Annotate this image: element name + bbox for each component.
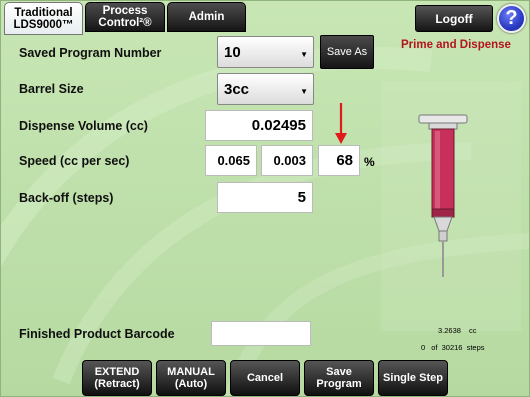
barcode-field[interactable] bbox=[211, 321, 311, 346]
tab-traditional-line1: Traditional bbox=[14, 6, 73, 19]
tab-traditional-line2: LDS9000™ bbox=[13, 18, 74, 31]
saved-program-dropdown[interactable]: 10 ▼ bbox=[217, 36, 314, 68]
saved-program-value: 10 bbox=[224, 43, 241, 61]
chevron-down-icon: ▼ bbox=[300, 50, 308, 59]
dispense-volume-label: Dispense Volume (cc) bbox=[19, 119, 148, 133]
dispense-volume-field[interactable]: 0.02495 bbox=[205, 110, 313, 141]
tab-process-line1: Process bbox=[102, 5, 148, 17]
steps-readout: 0 of 30216 steps bbox=[421, 343, 485, 352]
tab-traditional-lds9000[interactable]: Traditional LDS9000™ bbox=[4, 2, 83, 35]
steps-unit: steps bbox=[466, 343, 485, 352]
manual-auto-button[interactable]: MANUAL (Auto) bbox=[156, 360, 226, 396]
tab-process-line2: Control²® bbox=[98, 17, 152, 29]
saved-program-label: Saved Program Number bbox=[19, 46, 162, 60]
tab-process-control[interactable]: Process Control²® bbox=[85, 2, 165, 32]
manual-line1: MANUAL bbox=[167, 366, 215, 378]
volume-readout: 3.2638 cc bbox=[438, 326, 477, 335]
save-program-button[interactable]: Save Program bbox=[304, 360, 374, 396]
extend-line1: EXTEND bbox=[94, 366, 140, 378]
save-program-line2: Program bbox=[316, 378, 362, 390]
tab-admin-label: Admin bbox=[188, 11, 225, 23]
speed-field-2[interactable]: 0.003 bbox=[261, 145, 313, 176]
steps-of: of bbox=[431, 343, 438, 352]
barrel-size-dropdown[interactable]: 3cc ▼ bbox=[217, 73, 314, 105]
barrel-size-label: Barrel Size bbox=[19, 82, 84, 96]
extend-retract-button[interactable]: EXTEND (Retract) bbox=[82, 360, 152, 396]
steps-total: 30216 bbox=[441, 343, 463, 352]
backoff-field[interactable]: 5 bbox=[217, 182, 313, 213]
cancel-button[interactable]: Cancel bbox=[230, 360, 300, 396]
app-window: Traditional LDS9000™ Process Control²® A… bbox=[0, 0, 530, 397]
chevron-down-icon: ▼ bbox=[300, 87, 308, 96]
single-step-button[interactable]: Single Step bbox=[378, 360, 448, 396]
tab-admin[interactable]: Admin bbox=[167, 2, 246, 32]
speed-field-1[interactable]: 0.065 bbox=[205, 145, 257, 176]
steps-current: 0 bbox=[421, 343, 426, 352]
volume-unit: cc bbox=[469, 326, 477, 335]
barrel-size-value: 3cc bbox=[224, 80, 250, 98]
syringe-icon bbox=[418, 114, 468, 277]
save-as-button[interactable]: Save As bbox=[320, 35, 374, 69]
barcode-label: Finished Product Barcode bbox=[19, 327, 175, 341]
single-step-label: Single Step bbox=[383, 372, 443, 384]
question-mark-icon[interactable]: ? bbox=[497, 4, 526, 33]
manual-line2: (Auto) bbox=[174, 378, 208, 390]
cancel-label: Cancel bbox=[246, 372, 284, 384]
extend-line2: (Retract) bbox=[94, 378, 140, 390]
volume-value: 3.2638 bbox=[438, 326, 461, 335]
save-program-line1: Save bbox=[326, 366, 352, 378]
speed-label: Speed (cc per sec) bbox=[19, 154, 130, 168]
percent-sign: % bbox=[364, 155, 375, 169]
backoff-label: Back-off (steps) bbox=[19, 191, 114, 205]
red-down-arrow-icon bbox=[335, 103, 347, 144]
logoff-button[interactable]: Logoff bbox=[415, 5, 493, 32]
mode-title: Prime and Dispense bbox=[401, 39, 511, 51]
speed-percent-field[interactable]: 68 bbox=[318, 145, 360, 176]
